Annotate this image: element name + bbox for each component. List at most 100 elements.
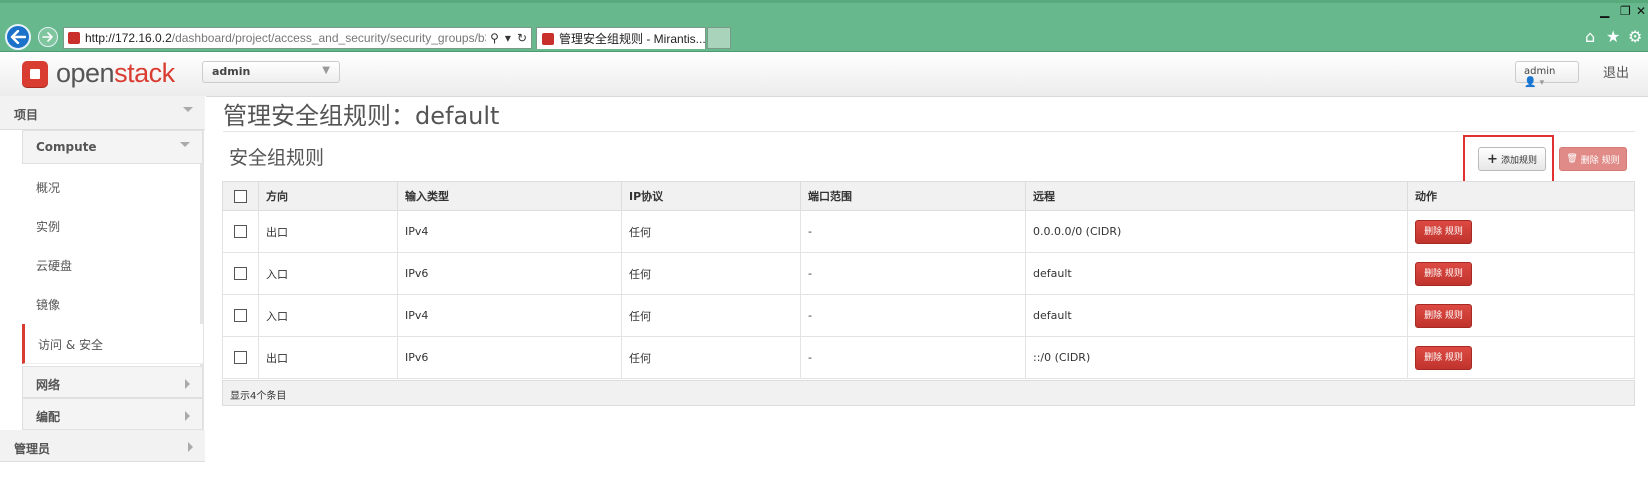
cell-ethertype: IPv6	[397, 336, 622, 379]
restore-icon[interactable]: ❐	[1620, 4, 1631, 18]
user-menu[interactable]: admin 👤 ▾	[1515, 61, 1579, 88]
tab-title: 管理安全组规则 - Mirantis...	[559, 32, 706, 46]
page-title: 管理安全组规则：default	[223, 102, 500, 130]
sidebar-group-label: Compute	[36, 140, 97, 154]
chevron-down-icon	[183, 107, 193, 112]
openstack-logo-icon	[22, 60, 48, 87]
close-window-icon[interactable]: ✕	[1636, 4, 1646, 18]
table-row: 入口 IPv4 任何 - default 删除 规则	[222, 294, 1635, 337]
sidebar-group-label: 网络	[36, 378, 61, 392]
rules-table: 方向 输入类型 IP协议 端口范围 远程 动作 出口 IPv4 任何 - 0.0…	[222, 181, 1635, 379]
cell-action: 删除 规则	[1407, 336, 1635, 379]
chevron-down-icon: ▾	[1539, 78, 1545, 88]
back-arrow-icon	[10, 30, 26, 44]
sidebar-section-label: 项目	[14, 108, 39, 122]
delete-rule-button[interactable]: 删除 规则	[1415, 303, 1472, 328]
cell-remote: 0.0.0.0/0 (CIDR)	[1025, 210, 1408, 253]
user-icon: 👤	[1524, 77, 1537, 88]
sidebar-group-compute[interactable]: Compute	[22, 130, 203, 164]
search-icon[interactable]: ⚲	[490, 31, 499, 45]
row-checkbox[interactable]	[234, 225, 247, 239]
select-all-cell	[222, 181, 259, 211]
chevron-right-icon	[185, 379, 190, 389]
sidebar-section-label: 管理员	[14, 442, 51, 456]
forward-arrow-icon	[42, 32, 53, 42]
row-select-cell	[222, 336, 259, 379]
address-bar[interactable]: http://172.16.0.2/dashboard/project/acce…	[63, 27, 532, 49]
sidebar-item-access-security[interactable]: 访问 & 安全	[22, 324, 203, 364]
cell-port-range: -	[800, 336, 1026, 379]
user-menu-label: admin	[1524, 66, 1556, 77]
refresh-icon[interactable]: ↻	[517, 31, 527, 45]
sidebar-section-admin[interactable]: 管理员	[0, 430, 205, 462]
logo-wordmark: openstack	[56, 58, 175, 88]
col-protocol[interactable]: IP协议	[621, 181, 801, 211]
select-all-checkbox[interactable]	[234, 189, 247, 203]
forward-button[interactable]	[38, 27, 58, 47]
logout-link[interactable]: 退出	[1603, 62, 1629, 81]
col-port-range[interactable]: 端口范围	[800, 181, 1026, 211]
dropdown-icon[interactable]: ▾	[505, 31, 511, 45]
delete-rule-button[interactable]: 删除 规则	[1415, 345, 1472, 370]
project-selector[interactable]: admin ▼	[202, 61, 340, 83]
star-icon[interactable]: ★	[1606, 27, 1620, 46]
chevron-right-icon	[188, 442, 193, 452]
cell-remote: default	[1025, 252, 1408, 295]
sidebar-group-network[interactable]: 网络	[22, 366, 203, 398]
window-top-border	[0, 0, 1648, 3]
chevron-right-icon	[185, 411, 190, 421]
col-actions: 动作	[1407, 181, 1635, 211]
cell-action: 删除 规则	[1407, 252, 1635, 295]
cell-remote: ::/0 (CIDR)	[1025, 336, 1408, 379]
table-footer: 显示4个条目	[222, 380, 1635, 406]
chevron-down-icon: ▼	[322, 65, 330, 76]
sidebar-item-overview[interactable]: 概况	[22, 167, 203, 207]
back-button[interactable]	[5, 24, 31, 50]
chevron-down-icon	[180, 142, 190, 147]
sidebar-item-images[interactable]: 镜像	[22, 284, 203, 324]
row-checkbox[interactable]	[234, 351, 247, 365]
minimize-icon[interactable]: ▁	[1600, 4, 1609, 18]
plus-icon: +	[1487, 151, 1498, 167]
browser-chrome: ▁ ❐ ✕ http://172.16.0.2/dashboard/projec…	[0, 0, 1648, 52]
sidebar-item-volumes[interactable]: 云硬盘	[22, 245, 203, 285]
sidebar-group-label: 编配	[36, 410, 61, 424]
cell-direction: 出口	[258, 336, 398, 379]
row-select-cell	[222, 210, 259, 253]
app-header: openstack admin ▼ admin 👤 ▾ 退出	[0, 52, 1648, 97]
delete-rule-button[interactable]: 删除 规则	[1415, 261, 1472, 286]
delete-rule-button[interactable]: 删除 规则	[1415, 219, 1472, 244]
project-selector-label: admin	[212, 65, 251, 78]
tab-favicon-icon	[542, 32, 554, 45]
sidebar-item-instances[interactable]: 实例	[22, 206, 203, 246]
cell-protocol: 任何	[621, 336, 801, 379]
browser-tab-active[interactable]: 管理安全组规则 - Mirantis... ×	[536, 27, 706, 49]
table-title: 安全组规则	[229, 147, 325, 169]
gear-icon[interactable]: ⚙	[1628, 27, 1642, 46]
openstack-logo[interactable]: openstack	[22, 58, 175, 89]
cell-direction: 入口	[258, 252, 398, 295]
new-tab-button[interactable]	[707, 27, 731, 49]
url-text: http://172.16.0.2/dashboard/project/acce…	[85, 31, 487, 45]
table-row: 出口 IPv4 任何 - 0.0.0.0/0 (CIDR) 删除 规则	[222, 210, 1635, 253]
cell-protocol: 任何	[621, 294, 801, 337]
add-rule-button[interactable]: + 添加规则	[1478, 147, 1546, 171]
cell-protocol: 任何	[621, 210, 801, 253]
cell-action: 删除 规则	[1407, 210, 1635, 253]
sidebar: 项目 Compute 概况 实例 云硬盘 镜像 访问 & 安全 网络 编配 管理…	[0, 96, 206, 501]
cell-direction: 入口	[258, 294, 398, 337]
col-remote[interactable]: 远程	[1025, 181, 1408, 211]
sidebar-group-orchestration[interactable]: 编配	[22, 398, 203, 430]
cell-action: 删除 规则	[1407, 294, 1635, 337]
cell-port-range: -	[800, 294, 1026, 337]
delete-rules-button[interactable]: 🗑 删除 规则	[1559, 147, 1627, 171]
col-ethertype[interactable]: 输入类型	[397, 181, 622, 211]
row-checkbox[interactable]	[234, 309, 247, 323]
sidebar-section-project[interactable]: 项目	[0, 96, 205, 130]
title-divider	[223, 131, 1635, 132]
trash-icon: 🗑	[1566, 154, 1578, 164]
col-direction[interactable]: 方向	[258, 181, 398, 211]
cell-ethertype: IPv4	[397, 294, 622, 337]
row-checkbox[interactable]	[234, 267, 247, 281]
home-icon[interactable]: ⌂	[1585, 27, 1595, 46]
